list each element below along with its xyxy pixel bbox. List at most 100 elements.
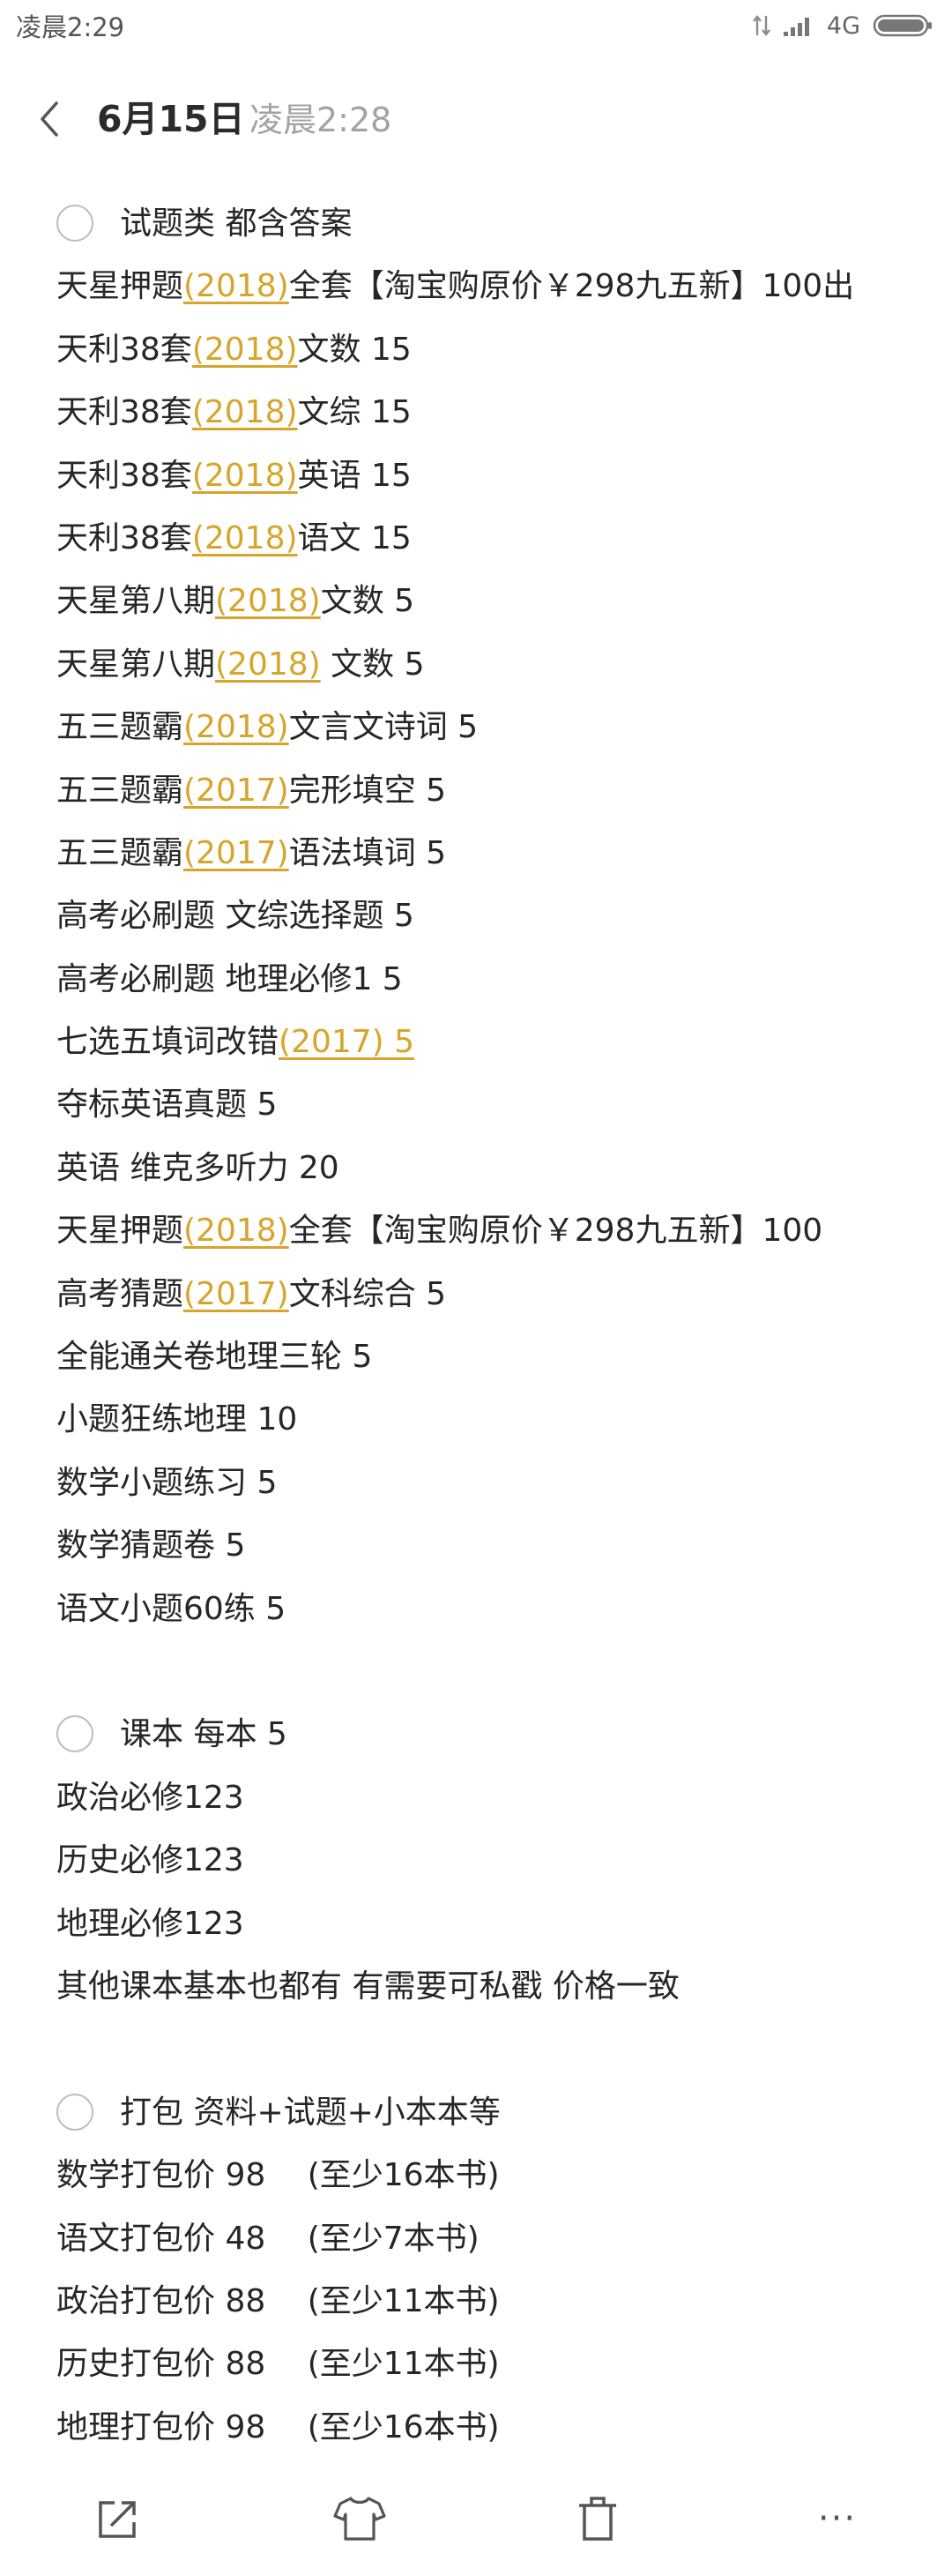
battery-icon xyxy=(873,14,932,37)
note-line[interactable]: 天利38套(2018)文综 15 xyxy=(0,381,952,444)
year-tag: (2017) xyxy=(183,1275,289,1312)
note-line[interactable]: 高考必刷题 文综选择题 5 xyxy=(0,885,952,947)
note-line[interactable]: 天星押题(2018)全套【淘宝购原价￥298九五新】100出 xyxy=(0,255,952,317)
note-line[interactable]: 高考必刷题 地理必修1 5 xyxy=(0,948,952,1011)
line-text: 全能通关卷地理三轮 5 xyxy=(56,1339,373,1376)
line-text: 其他课本基本也都有 有需要可私戳 价格一致 xyxy=(56,1967,680,2005)
line-text: 天利38套 xyxy=(56,457,192,494)
checklist-line[interactable]: 打包 资料+试题+小本本等 xyxy=(0,2081,952,2144)
line-text: 课本 每本 5 xyxy=(120,1716,287,1753)
theme-shirt-icon xyxy=(333,2497,386,2541)
line-text: 历史打包价 88 (至少11本书) xyxy=(56,2346,500,2383)
line-text: 高考必刷题 地理必修1 5 xyxy=(56,960,403,997)
line-text: 地理必修123 xyxy=(56,1905,244,1942)
line-text: 天星第八期 xyxy=(56,583,216,620)
note-line[interactable]: 天利38套(2018)英语 15 xyxy=(0,444,952,507)
line-text: 语文 15 xyxy=(297,519,412,556)
note-line[interactable]: 地理必修123 xyxy=(0,1893,952,1955)
checkbox-circle-icon[interactable] xyxy=(56,205,93,242)
data-transfer-icon xyxy=(752,15,770,36)
line-text: 历史必修123 xyxy=(56,1842,244,1879)
note-line[interactable]: 语文打包价 48 (至少7本书) xyxy=(0,2207,952,2270)
line-text: 完形填空 5 xyxy=(288,772,447,809)
note-line[interactable]: 天利38套(2018)文数 15 xyxy=(0,318,952,381)
year-tag: (2018) xyxy=(183,1213,289,1250)
line-text: 天利38套 xyxy=(56,519,192,556)
delete-icon xyxy=(579,2497,616,2541)
note-line[interactable]: 历史打包价 88 (至少11本书) xyxy=(0,2333,952,2395)
line-text: 语文小题60练 5 xyxy=(56,1590,286,1627)
blank-line[interactable] xyxy=(0,2018,952,2080)
checklist-line[interactable]: 课本 每本 5 xyxy=(0,1703,952,1766)
line-text: 语法填词 5 xyxy=(288,834,447,871)
line-text: 高考必刷题 文综选择题 5 xyxy=(56,898,414,935)
checklist-line[interactable]: 试题类 都含答案 xyxy=(0,192,952,255)
status-time: 凌晨2:29 xyxy=(16,12,125,42)
year-tag: (2018) xyxy=(215,583,321,620)
note-line[interactable]: 政治必修123 xyxy=(0,1766,952,1829)
more-button[interactable]: ··· xyxy=(811,2492,864,2545)
more-icon: ··· xyxy=(817,2498,858,2539)
note-line[interactable]: 天星第八期(2018) 文数 5 xyxy=(0,633,952,696)
note-header: 6月15日 凌晨2:28 xyxy=(0,84,952,154)
note-line[interactable]: 英语 维克多听力 20 xyxy=(0,1137,952,1199)
checkbox-circle-icon[interactable] xyxy=(56,2093,93,2131)
status-icons: 4G xyxy=(752,8,934,43)
year-tag: (2018) xyxy=(191,394,298,431)
note-line[interactable]: 数学小题练习 5 xyxy=(0,1452,952,1514)
line-text: 英语 维克多听力 20 xyxy=(56,1149,339,1186)
line-text: 政治打包价 88 (至少11本书) xyxy=(56,2282,500,2319)
line-text: 全套【淘宝购原价￥298九五新】100 xyxy=(288,1213,823,1250)
line-text: 文数 5 xyxy=(320,646,425,683)
share-icon xyxy=(99,2501,136,2538)
note-line[interactable]: 全能通关卷地理三轮 5 xyxy=(0,1325,952,1388)
note-line[interactable]: 小题狂练地理 10 xyxy=(0,1388,952,1451)
line-text: 文言文诗词 5 xyxy=(288,709,479,746)
note-line[interactable]: 天星押题(2018)全套【淘宝购原价￥298九五新】100 xyxy=(0,1199,952,1262)
line-text: 天星第八期 xyxy=(56,646,216,683)
theme-button[interactable] xyxy=(333,2492,386,2545)
line-text: 地理打包价 98 (至少16本书) xyxy=(56,2408,500,2445)
note-line[interactable]: 语文小题60练 5 xyxy=(0,1578,952,1640)
note-line[interactable]: 数学打包价 98 (至少16本书) xyxy=(0,2144,952,2206)
year-tag: (2018) xyxy=(191,331,298,368)
note-line[interactable]: 五三题霸(2018)文言文诗词 5 xyxy=(0,696,952,758)
note-line[interactable]: 历史必修123 xyxy=(0,1829,952,1892)
signal-icon xyxy=(783,18,809,36)
note-line[interactable]: 高考猜题(2017)文科综合 5 xyxy=(0,1263,952,1325)
status-bar: 凌晨2:29 4G xyxy=(0,0,952,51)
year-tag: (2018) xyxy=(191,457,298,494)
line-text: 小题狂练地理 10 xyxy=(56,1401,298,1438)
delete-button[interactable] xyxy=(571,2492,624,2545)
note-line[interactable]: 天利38套(2018)语文 15 xyxy=(0,507,952,570)
back-arrow-icon[interactable] xyxy=(32,93,67,146)
line-text: 五三题霸 xyxy=(56,834,184,871)
line-text: 数学猜题卷 5 xyxy=(56,1527,246,1564)
year-tag: (2017) xyxy=(183,834,289,871)
line-text: 天利38套 xyxy=(56,331,192,368)
note-line[interactable]: 七选五填词改错(2017) 5 xyxy=(0,1011,952,1073)
year-tag: (2018) xyxy=(183,268,289,305)
note-line[interactable]: 数学猜题卷 5 xyxy=(0,1514,952,1577)
share-button[interactable] xyxy=(92,2492,145,2545)
note-line[interactable]: 五三题霸(2017)完形填空 5 xyxy=(0,759,952,822)
note-line[interactable]: 夺标英语真题 5 xyxy=(0,1073,952,1136)
note-date-title: 6月15日 xyxy=(97,98,245,140)
line-text: 天星押题 xyxy=(56,1213,184,1250)
note-line[interactable]: 天星第八期(2018)文数 5 xyxy=(0,570,952,632)
line-text: 五三题霸 xyxy=(56,709,184,746)
blank-line[interactable] xyxy=(0,1640,952,1703)
note-line[interactable]: 其他课本基本也都有 有需要可私戳 价格一致 xyxy=(0,1955,952,2018)
note-line[interactable]: 五三题霸(2017)语法填词 5 xyxy=(0,822,952,885)
year-tag: (2017) xyxy=(183,772,289,809)
line-text: 天星押题 xyxy=(56,268,184,305)
line-text: 七选五填词改错 xyxy=(56,1024,279,1061)
line-text: 文综 15 xyxy=(297,394,412,431)
note-line[interactable]: 政治打包价 88 (至少11本书) xyxy=(0,2270,952,2333)
note-line[interactable]: 地理打包价 98 (至少16本书) xyxy=(0,2396,952,2459)
line-text: 高考猜题 xyxy=(56,1275,184,1312)
line-text: 数学小题练习 5 xyxy=(56,1464,278,1501)
checkbox-circle-icon[interactable] xyxy=(56,1715,93,1753)
network-type: 4G xyxy=(826,11,860,40)
note-body[interactable]: 试题类 都含答案 天星押题(2018)全套【淘宝购原价￥298九五新】100出 天利… xyxy=(0,192,952,2459)
